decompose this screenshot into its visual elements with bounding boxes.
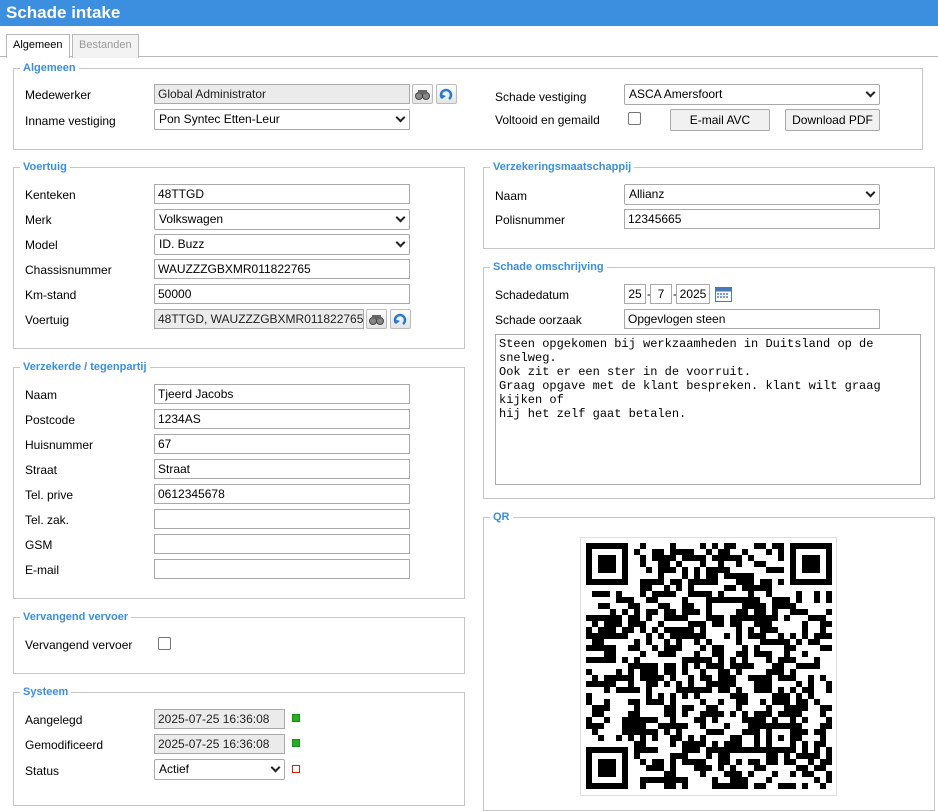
medewerker-field: Global Administrator — [154, 84, 410, 104]
qr-legend: QR — [493, 511, 510, 523]
verzekerde-legend: Verzekerde / tegenpartij — [23, 361, 147, 373]
kenteken-field[interactable]: 48TTGD — [154, 184, 410, 204]
polis-label: Polisnummer — [495, 213, 566, 227]
verzekering-legend: Verzekeringsmaatschappij — [493, 161, 632, 173]
chevron-down-icon — [395, 212, 406, 223]
inname-label: Inname vestiging — [25, 114, 116, 128]
algemeen-legend: Algemeen — [23, 62, 76, 74]
lookup-button[interactable] — [412, 84, 433, 104]
straat-label: Straat — [25, 463, 58, 477]
huisnummer-label: Huisnummer — [25, 438, 94, 452]
huisnummer-field[interactable]: 67 — [154, 434, 410, 454]
gsm-field[interactable] — [154, 534, 410, 554]
gsm-label: GSM — [25, 538, 53, 552]
voertuig-label: Voertuig — [25, 313, 70, 327]
voltooid-label: Voltooid en gemaild — [495, 113, 600, 127]
refresh-button[interactable] — [436, 84, 457, 104]
gemodificeerd-field: 2025-07-25 16:36:08 — [154, 734, 285, 754]
chevron-down-icon — [270, 762, 281, 773]
oorzaak-field[interactable]: Opgevlogen steen — [624, 309, 880, 329]
medewerker-label: Medewerker — [25, 88, 92, 102]
merk-value: Volkswagen — [159, 212, 224, 226]
verzekering-select[interactable]: Allianz — [624, 184, 880, 205]
status-off-indicator — [292, 765, 300, 773]
aangelegd-label: Aangelegd — [25, 713, 83, 727]
voertuig-legend: Voertuig — [23, 161, 67, 173]
chevron-down-icon — [395, 112, 406, 123]
aangelegd-field: 2025-07-25 16:36:08 — [154, 709, 285, 729]
merk-label: Merk — [25, 213, 52, 227]
chevron-down-icon — [865, 87, 876, 98]
omschrijving-textarea[interactable] — [495, 334, 921, 485]
vervangend-legend: Vervangend vervoer — [23, 611, 129, 623]
binoculars-icon — [369, 315, 384, 325]
verzekering-value: Allianz — [629, 187, 665, 201]
schadedatum-label: Schadedatum — [495, 288, 570, 302]
voertuig-field: 48TTGD, WAUZZZGBXMR011822765 — [154, 309, 364, 329]
schade-vestiging-value: ASCA Amersfoort — [629, 87, 723, 101]
systeem-legend: Systeem — [23, 686, 69, 698]
postcode-label: Postcode — [25, 413, 76, 427]
status-ok-indicator — [292, 739, 300, 747]
verzekering-section: Verzekeringsmaatschappij — [483, 161, 935, 249]
status-value: Actief — [159, 762, 190, 776]
vehicle-lookup-button[interactable] — [366, 309, 387, 329]
polis-field[interactable]: 12345665 — [624, 209, 880, 229]
model-value: ID. Buzz — [159, 237, 205, 251]
title-bar: Schade intake — [0, 0, 938, 26]
qr-code-icon — [586, 543, 832, 789]
inname-select[interactable]: Pon Syntec Etten-Leur — [154, 109, 410, 130]
download-pdf-button[interactable]: Download PDF — [785, 109, 880, 131]
email-avc-button[interactable]: E-mail AVC — [670, 109, 770, 131]
merk-select[interactable]: Volkswagen — [154, 209, 410, 230]
model-select[interactable]: ID. Buzz — [154, 234, 410, 255]
chevron-down-icon — [865, 187, 876, 198]
inname-value: Pon Syntec Etten-Leur — [159, 112, 280, 126]
refresh-icon — [393, 313, 407, 325]
vehicle-refresh-button[interactable] — [390, 309, 411, 329]
naam-label: Naam — [25, 388, 58, 402]
calendar-icon[interactable] — [715, 285, 732, 302]
straat-field[interactable]: Straat — [154, 459, 410, 479]
omschrijving-legend: Schade omschrijving — [493, 261, 604, 273]
schade-vestiging-label: Schade vestiging — [495, 90, 587, 104]
telzak-field[interactable] — [154, 509, 410, 529]
tab-algemeen[interactable]: Algemeen — [6, 34, 70, 58]
vervangend-label: Vervangend vervoer — [25, 638, 133, 652]
oorzaak-label: Schade oorzaak — [495, 313, 582, 327]
naam-field[interactable]: Tjeerd Jacobs — [154, 384, 410, 404]
algemeen-section: Algemeen — [13, 62, 923, 150]
chevron-down-icon — [395, 237, 406, 248]
verzekering-naam-label: Naam — [495, 189, 528, 203]
telzak-label: Tel. zak. — [25, 513, 70, 527]
tab-bar: Algemeen Bestanden — [0, 32, 938, 58]
tab-bestanden[interactable]: Bestanden — [72, 34, 139, 58]
year-field[interactable]: 2025 — [676, 284, 710, 304]
status-label: Status — [25, 764, 60, 778]
postcode-field[interactable]: 1234AS — [154, 409, 410, 429]
kenteken-label: Kenteken — [25, 188, 76, 202]
binoculars-icon — [415, 90, 430, 100]
model-label: Model — [25, 238, 58, 252]
email-label: E-mail — [25, 563, 60, 577]
km-field[interactable]: 50000 — [154, 284, 410, 304]
qr-code-frame — [580, 537, 837, 796]
status-select[interactable]: Actief — [154, 759, 285, 780]
schade-vestiging-select[interactable]: ASCA Amersfoort — [624, 84, 880, 105]
email-field[interactable] — [154, 559, 410, 579]
chassis-field[interactable]: WAUZZZGBXMR011822765 — [154, 259, 410, 279]
vervangend-checkbox[interactable] — [158, 637, 171, 650]
telprive-field[interactable]: 0612345678 — [154, 484, 410, 504]
chassis-label: Chassisnummer — [25, 263, 112, 277]
page-title: Schade intake — [6, 3, 121, 22]
refresh-icon — [439, 88, 453, 100]
telprive-label: Tel. prive — [25, 488, 74, 502]
gemodificeerd-label: Gemodificeerd — [25, 738, 104, 752]
voltooid-checkbox[interactable] — [628, 112, 641, 125]
km-label: Km-stand — [25, 288, 77, 302]
day-field[interactable]: 25 — [624, 284, 646, 304]
month-field[interactable]: 7 — [650, 284, 672, 304]
status-ok-indicator — [292, 714, 300, 722]
